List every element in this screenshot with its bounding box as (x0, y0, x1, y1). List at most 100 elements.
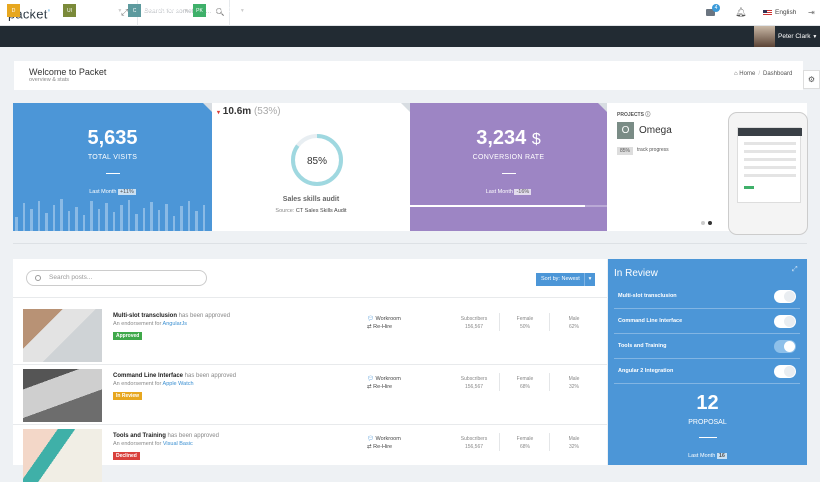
project-avatar: O (617, 122, 634, 139)
male-stat: Male 62% (568, 316, 580, 330)
nav-item-ui-elements[interactable]: UI UI Elements ▼ (63, 3, 122, 18)
rehire-link[interactable]: ⇄ Re-Hire (367, 384, 392, 390)
track-progress-label: track progress (637, 147, 669, 153)
logout-icon[interactable]: ⇥ (808, 8, 815, 17)
male-stat: Male 32% (568, 376, 580, 390)
rehire-link[interactable]: ⇄ Re-Hire (367, 444, 392, 450)
repeat-icon: ⇄ (367, 324, 372, 330)
chat-icon: 💬︎ (367, 436, 374, 442)
nav-item-dashboard[interactable]: D Dashboard (7, 3, 55, 18)
divider (105, 173, 120, 174)
visits-sparkline (15, 197, 211, 231)
project-card: PROJECTS ⓘ O Omega 85% track progress (607, 103, 808, 235)
repeat-icon: ⇄ (367, 444, 372, 450)
post-title[interactable]: Multi-slot transclusion has been approve… (113, 313, 230, 319)
chevron-down-icon: ▾ (584, 273, 595, 286)
workroom-link[interactable]: 💬︎ Workroom (367, 376, 401, 382)
toggle-switch[interactable] (774, 290, 796, 303)
post-thumbnail (23, 429, 102, 482)
male-stat: Male 32% (568, 436, 580, 450)
search-icon (35, 275, 41, 281)
us-flag-icon (763, 10, 772, 16)
page-title: Welcome to Packet (29, 67, 107, 77)
toggle-switch[interactable] (774, 315, 796, 328)
female-stat: Female 50% (516, 316, 534, 330)
posts-panel: Search posts... Sort by: Newest ▾ Multi-s… (13, 259, 607, 482)
nav-label: UI Elements (79, 7, 115, 14)
female-stat: Female 68% (516, 376, 534, 390)
project-name[interactable]: Omega (639, 125, 672, 136)
subscribers-stat: Subscribers 156,567 (460, 436, 488, 450)
post-endorsement: An endorsement for Visual Basic (113, 441, 193, 447)
ui-elements-icon: UI (63, 4, 76, 17)
trend-down-icon: ▾ (217, 110, 221, 116)
nav-item-page-kits[interactable]: PK Page Kits ▼ (193, 3, 245, 18)
workroom-link[interactable]: 💬︎ Workroom (367, 316, 401, 322)
total-visits-card: 5,635 TOTAL VISITS Last Month +11% (13, 103, 212, 231)
sales-progress-ring: 85% (291, 134, 343, 186)
page-kits-icon: PK (193, 4, 206, 17)
rehire-link[interactable]: ⇄ Re-Hire (367, 324, 392, 330)
divider (501, 173, 516, 174)
project-percent-badge: 85% (617, 147, 634, 155)
toggle-switch[interactable] (774, 365, 796, 378)
divider (698, 437, 717, 438)
card-corner (598, 103, 607, 112)
post-thumbnail (23, 309, 102, 362)
nav-label: Dashboard (23, 7, 55, 14)
table-row[interactable]: Command Line Interface has been approved… (13, 360, 607, 422)
post-endorsement: An endorsement for Apple Watch (113, 381, 194, 387)
search-posts-input[interactable]: Search posts... (26, 270, 207, 286)
language-selector[interactable]: English (775, 9, 796, 16)
phone-mockup-image (728, 112, 808, 235)
conversion-rate-card: 3,234 $ CONVERSION RATE Last Month -16% (410, 103, 607, 231)
review-item: Angular 2 Integration (614, 359, 800, 384)
table-row[interactable]: Multi-slot transclusion has been approve… (13, 300, 607, 362)
last-month-stat: Last Month 16 (688, 453, 727, 459)
in-review-panel: In Review ⤢ Multi-slot transclusion Comm… (608, 259, 807, 465)
post-title[interactable]: Tools and Training has been approved (113, 433, 219, 439)
post-title[interactable]: Command Line Interface has been approved (113, 373, 236, 379)
review-item: Tools and Training (614, 334, 800, 359)
status-badge: In Review (113, 392, 143, 400)
chevron-down-icon: ▼ (117, 7, 123, 14)
chat-icon: 💬︎ (367, 316, 374, 322)
expand-icon[interactable]: ⤢ (792, 266, 798, 274)
post-thumbnail (23, 369, 102, 422)
last-month-stat: Last Month +11% (89, 189, 136, 195)
female-stat: Female 68% (516, 436, 534, 450)
ring-percent: 85% (307, 156, 327, 167)
table-row[interactable]: Tools and Training has been approved An … (13, 420, 607, 482)
chevron-down-icon: ▼ (239, 7, 245, 14)
bell-icon[interactable]: 🔔︎ (735, 7, 746, 18)
toggle-switch[interactable] (774, 340, 796, 353)
nav-item-components[interactable]: C Components ▼ (128, 3, 189, 18)
card-corner (401, 103, 410, 112)
subscribers-stat: Subscribers 156,567 (460, 376, 488, 390)
sales-value: ▾ 10.6m (53%) (217, 106, 281, 117)
page-header (14, 61, 803, 90)
sort-dropdown[interactable]: Sort by: Newest ▾ (536, 273, 595, 286)
nav-label: Components (144, 7, 181, 14)
sales-audit-card: ▾ 10.6m (53%) 85% Sales skills audit Sou… (212, 103, 410, 231)
carousel-dots[interactable] (701, 220, 715, 227)
home-icon: ⌂ (734, 71, 738, 77)
chat-icon: 💬︎ (367, 376, 374, 382)
main-nav (0, 26, 820, 47)
breadcrumb-home[interactable]: Home (739, 71, 755, 77)
review-item: Multi-slot transclusion (614, 284, 800, 309)
workroom-link[interactable]: 💬︎ Workroom (367, 436, 401, 442)
status-badge: Approved (113, 332, 143, 340)
post-endorsement: An endorsement for AngularJs (113, 321, 188, 327)
sales-label: Sales skills audit (282, 196, 340, 203)
avatar[interactable] (754, 26, 775, 47)
status-badge: Declined (113, 452, 140, 460)
total-visits-label: TOTAL VISITS (87, 154, 138, 161)
gear-icon[interactable]: ⚙ (803, 70, 820, 89)
mail-count-badge: 4 (712, 4, 720, 12)
nav-label: Page Kits (209, 7, 237, 14)
user-menu[interactable]: Peter Clark ▼ (778, 33, 817, 40)
dashboard-icon: D (7, 4, 20, 17)
phone-screen (737, 127, 802, 203)
conversion-value: 3,234 $ (476, 127, 541, 149)
